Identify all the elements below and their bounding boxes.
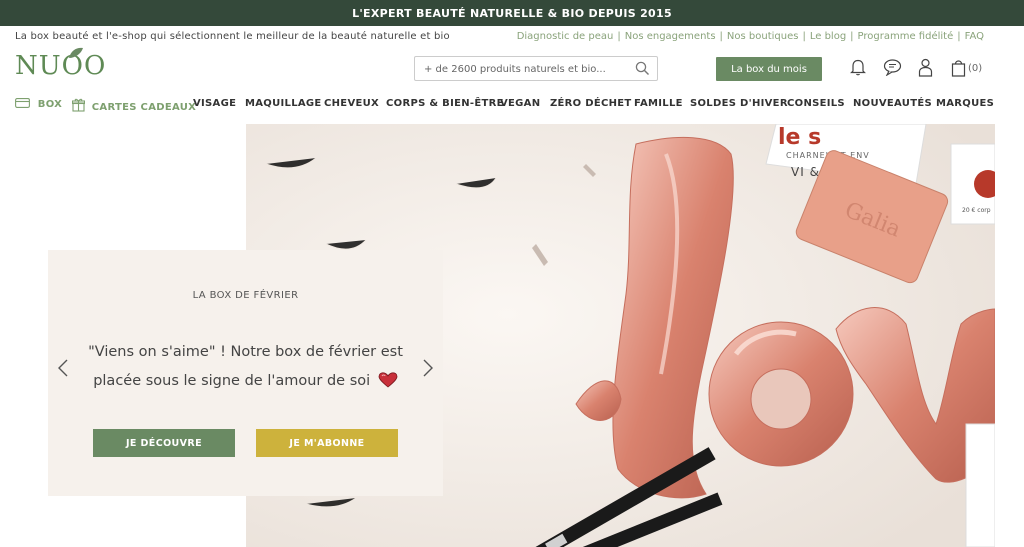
subheader: La box beauté et l'e-shop qui sélectionn… <box>0 26 1024 48</box>
hero-card: LA BOX DE FÉVRIER "Viens on s'aime" ! No… <box>48 250 443 496</box>
link-engagements[interactable]: Nos engagements <box>625 31 716 42</box>
nav-item-zero-dechet[interactable]: ZÉRO DÉCHET <box>550 98 632 109</box>
chat-icon[interactable] <box>883 58 902 76</box>
decouvre-button[interactable]: JE DÉCOUVRE <box>93 429 235 457</box>
nav-item-marques[interactable]: MARQUES <box>936 98 994 109</box>
nav-item-visage[interactable]: VISAGE <box>193 98 236 109</box>
nav-item-nouveautes[interactable]: NOUVEAUTÉS <box>853 98 932 109</box>
hero-kicker: LA BOX DE FÉVRIER <box>192 290 299 301</box>
user-icon[interactable] <box>918 58 933 77</box>
chevron-left-icon[interactable] <box>56 358 70 378</box>
box-icon <box>15 98 30 108</box>
gift-icon <box>71 98 86 112</box>
quote-line-1: "Viens on s'aime" ! Notre box de février… <box>88 344 403 360</box>
utility-links: Diagnostic de peau | Nos engagements | Nos… <box>516 31 984 42</box>
nav-item-famille[interactable]: FAMILLE <box>634 98 683 109</box>
nav-item-cartes-cadeaux[interactable]: CARTES CADEAUX <box>71 98 197 113</box>
search-icon[interactable] <box>635 61 650 76</box>
site-logo[interactable]: NUOO <box>15 47 107 82</box>
nav-item-label: CARTES CADEAUX <box>91 102 197 113</box>
link-blog[interactable]: Le blog <box>810 31 846 42</box>
nav-item-conseils[interactable]: CONSEILS <box>787 98 845 109</box>
quote-line-2: placée sous le signe de l'amour de soi <box>93 373 371 389</box>
nav-item-soldes[interactable]: SOLDES D'HIVER <box>690 98 788 109</box>
link-fidelite[interactable]: Programme fidélité <box>858 31 954 42</box>
box-du-mois-button[interactable]: La box du mois <box>716 57 822 81</box>
bell-icon[interactable] <box>850 58 866 76</box>
small-product-label: 20 € corp <box>962 207 991 214</box>
link-diagnostic[interactable]: Diagnostic de peau <box>517 31 614 42</box>
cart-icon[interactable] <box>951 58 966 77</box>
nav-item-maquillage[interactable]: MAQUILLAGE <box>245 98 322 109</box>
nav-item-box[interactable]: BOX <box>15 98 62 110</box>
hero-quote: "Viens on s'aime" ! Notre box de février… <box>88 338 403 396</box>
nav-item-cheveux[interactable]: CHEVEUX <box>324 98 379 109</box>
nav-item-vegan[interactable]: VEGAN <box>500 98 540 109</box>
tagline: La box beauté et l'e-shop qui sélectionn… <box>15 31 450 42</box>
nav-item-label: BOX <box>37 99 63 110</box>
abonne-button[interactable]: JE M'ABONNE <box>256 429 398 457</box>
search-input[interactable] <box>415 58 625 81</box>
box-text-1: le s <box>778 125 821 150</box>
announcement-text: L'EXPERT BEAUTÉ NATURELLE & BIO DEPUIS 2… <box>352 6 672 20</box>
link-boutiques[interactable]: Nos boutiques <box>727 31 799 42</box>
link-faq[interactable]: FAQ <box>965 31 984 42</box>
leaf-icon <box>69 47 83 58</box>
cart-count: (0) <box>968 63 983 74</box>
heart-icon <box>378 372 398 388</box>
search-bar <box>414 56 658 81</box>
top-announcement-bar: L'EXPERT BEAUTÉ NATURELLE & BIO DEPUIS 2… <box>0 0 1024 26</box>
logo-text: NUOO <box>15 51 107 81</box>
chevron-right-icon[interactable] <box>421 358 435 378</box>
main-nav: BOX CARTES CADEAUX VISAGE MAQUILLAGE CHE… <box>15 96 1010 114</box>
nav-item-corps-bien-etre[interactable]: CORPS & BIEN-ÊTRE <box>386 98 504 109</box>
